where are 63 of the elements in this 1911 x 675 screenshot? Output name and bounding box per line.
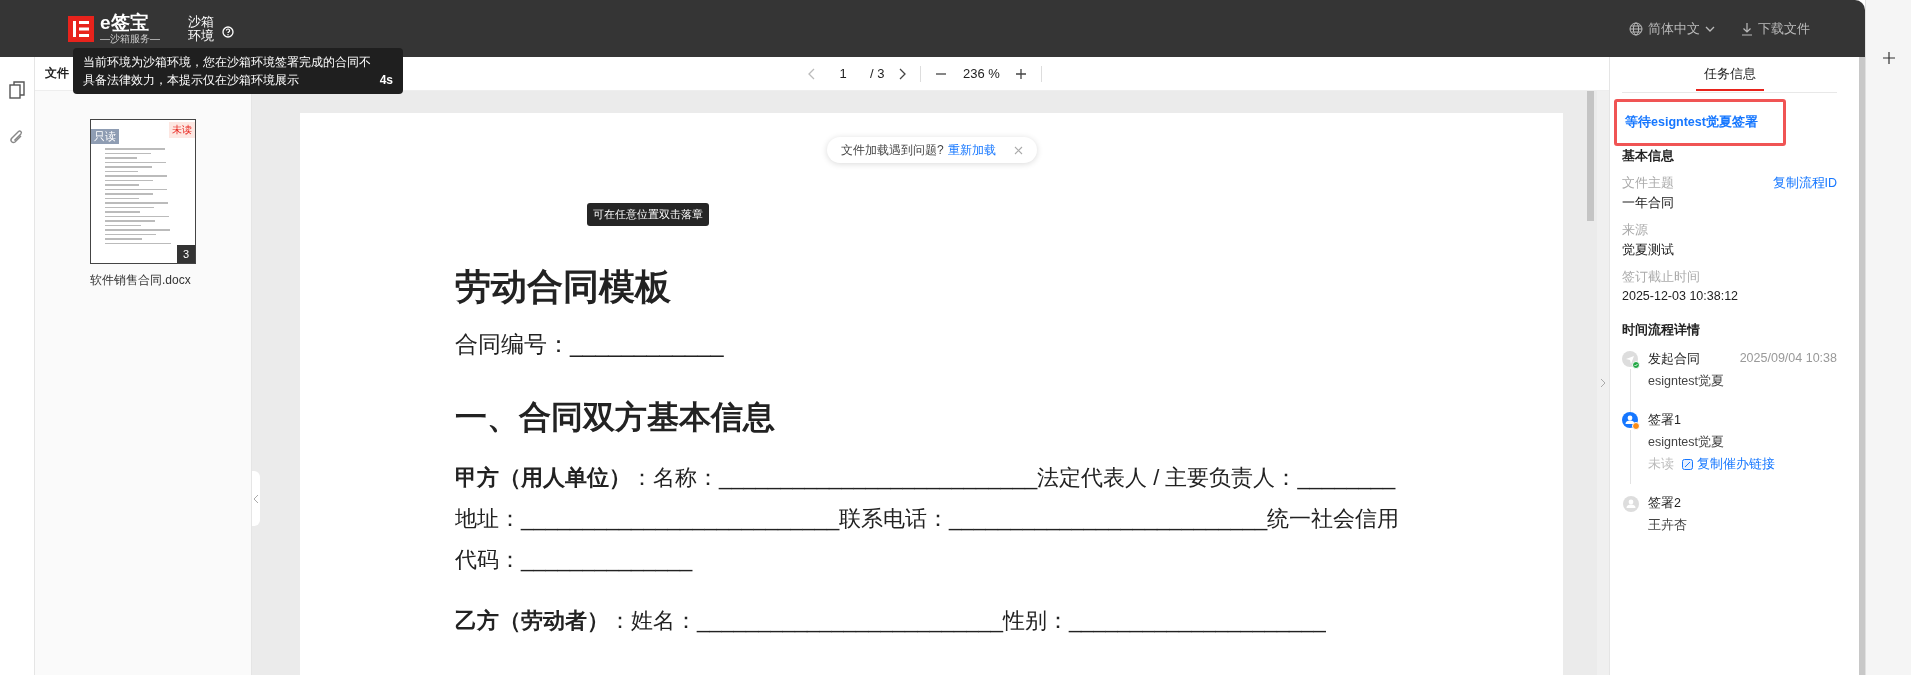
step-person: 王卉杏 (1648, 517, 1688, 534)
scrollbar[interactable] (1587, 91, 1594, 221)
status-text: 等待esigntest觉夏签署 (1614, 99, 1786, 146)
section-title: 时间流程详情 (1622, 321, 1701, 339)
step-person: esigntest觉夏 (1648, 373, 1726, 390)
step-title: 签署2 (1648, 495, 1681, 512)
reload-link[interactable]: 重新加载 (947, 141, 996, 159)
field-label: 文件主题 (1622, 175, 1674, 192)
notice-text: 当前环境为沙箱环境，您在沙箱环境签署完成的合同不具备法律效力，本提示仅在沙箱环境展示 (83, 54, 372, 89)
load-notice-text: 文件加载遇到问题? (841, 141, 944, 159)
contract-number-line: 合同编号：____________ (455, 330, 725, 359)
field-label: 签订截止时间 (1622, 269, 1700, 286)
step-title: 签署1 (1648, 412, 1681, 429)
read-state: 未读 (1648, 456, 1674, 473)
copy-reminder-link[interactable]: 复制催办链接 (1682, 456, 1775, 473)
help-icon[interactable] (222, 25, 234, 38)
environment-label: 环境 (188, 28, 214, 43)
page-number-field[interactable]: 1 (830, 66, 856, 81)
environment-label: 沙箱 (188, 14, 214, 29)
read-only-tag: 只读 (91, 129, 119, 144)
expand-handle[interactable] (1597, 91, 1609, 675)
document-title: 劳动合同模板 (455, 265, 672, 309)
files-heading: 文件 (45, 65, 69, 82)
stamp-hint: 可在任意位置双击落章 (587, 203, 709, 226)
logo-icon (68, 15, 94, 42)
field-value: 一年合同 (1622, 195, 1675, 212)
field-value: 觉夏测试 (1622, 242, 1675, 259)
file-thumbnail-item[interactable]: 只读 未读 3 软件销售合同.docx (88, 117, 198, 291)
close-icon[interactable] (1013, 145, 1023, 155)
step-title: 发起合同 (1648, 351, 1700, 368)
field-value: 2025-12-03 10:38:12 (1622, 289, 1740, 303)
collapse-handle[interactable] (252, 471, 260, 526)
zoom-in-icon[interactable] (1015, 67, 1028, 80)
field-label: 来源 (1622, 222, 1648, 239)
task-info-tab[interactable]: 任务信息 (1695, 57, 1764, 91)
file-name: 软件销售合同.docx (90, 272, 191, 289)
section-heading: 一、合同双方基本信息 (455, 398, 776, 437)
step-person: esigntest觉夏 (1648, 434, 1726, 451)
previous-page-icon[interactable] (808, 67, 816, 80)
section-title: 基本信息 (1622, 148, 1674, 163)
globe-icon (1629, 21, 1643, 36)
signer-status-icon (1622, 495, 1640, 513)
link-icon (1682, 459, 1693, 470)
brand-name: e签宝 (100, 13, 150, 32)
countdown-text: 4s (379, 72, 393, 89)
step-time: 2025/09/04 10:38 (1739, 351, 1837, 367)
page-count-badge: 3 (177, 245, 195, 263)
page-total: / 3 (870, 66, 885, 81)
download-button[interactable]: 下载文件 (1741, 19, 1810, 38)
add-icon[interactable] (1882, 52, 1895, 64)
download-icon (1741, 21, 1753, 36)
brand-subtitle: —沙箱服务— (100, 34, 160, 44)
contract-paragraph: 乙方（劳动者）：姓名：_________________________性别：_____________________ (455, 607, 1327, 635)
contract-paragraph: 甲方（用人单位）：名称：__________________________法定代表人 / 主要负责人：________地址：__________________________联系电话：__________________________统一社会信用代码：______________ (455, 464, 1401, 574)
unread-tag: 未读 (169, 122, 195, 138)
language-selector[interactable]: 简体中文 (1629, 19, 1715, 38)
pages-icon[interactable] (9, 81, 25, 99)
sent-status-icon (1622, 351, 1640, 369)
signer-status-icon (1622, 412, 1640, 430)
zoom-level: 236 % (962, 66, 1001, 81)
next-page-icon[interactable] (898, 67, 907, 80)
chevron-down-icon (1705, 25, 1715, 32)
copy-flow-id-link[interactable]: 复制流程ID (1772, 175, 1837, 192)
